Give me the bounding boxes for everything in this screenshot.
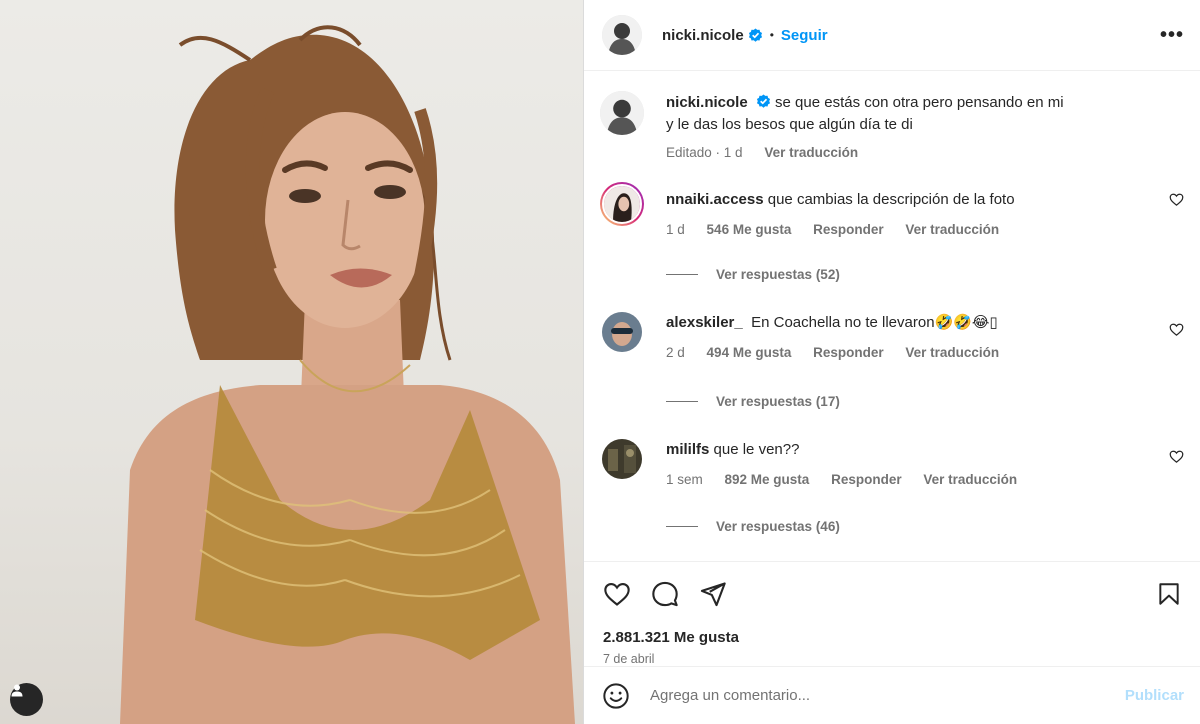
post-side-panel: nicki.nicole • Seguir ••• nicki.nicole s… [583, 0, 1200, 724]
publish-button[interactable]: Publicar [1125, 687, 1184, 704]
reply-button[interactable]: Responder [813, 222, 884, 237]
comment-text: que cambias la descripción de la foto [767, 191, 1015, 208]
comment-item: mililfs que le ven?? 1 sem 892 Me gusta … [600, 439, 1184, 491]
replies-label: Ver respuestas (52) [716, 267, 840, 282]
comment-time: 1 sem [666, 472, 703, 487]
post-dialog: nicki.nicole • Seguir ••• nicki.nicole s… [0, 0, 1200, 724]
view-replies-button[interactable]: Ver respuestas (52) [666, 267, 1184, 282]
comment-composer: Publicar [584, 666, 1200, 724]
comment-likes[interactable]: 494 Me gusta [707, 345, 792, 360]
verified-badge-icon [756, 94, 770, 108]
comment-time: 1 d [666, 222, 685, 237]
comment-text: que le ven?? [713, 441, 800, 458]
caption-username[interactable]: nicki.nicole [666, 94, 748, 111]
comment-username[interactable]: mililfs [666, 441, 709, 458]
comment-username[interactable]: nnaiki.access [666, 191, 764, 208]
comment-avatar[interactable] [602, 312, 642, 352]
replies-label: Ver respuestas (46) [716, 519, 840, 534]
translate-link[interactable]: Ver traducción [905, 345, 999, 360]
user-tag-icon [11, 684, 23, 697]
reply-button[interactable]: Responder [813, 345, 884, 360]
heart-icon[interactable] [1169, 192, 1184, 207]
comment-input[interactable] [650, 687, 1125, 704]
post-date[interactable]: 7 de abril [584, 646, 1200, 666]
comment-button[interactable] [650, 580, 680, 608]
action-bar [584, 561, 1200, 625]
caption-edited: Editado · 1 d [666, 145, 743, 160]
comment-avatar[interactable] [600, 182, 644, 226]
replies-divider [666, 274, 698, 275]
follow-button[interactable]: Seguir [781, 27, 828, 44]
like-count[interactable]: 2.881.321 Me gusta [584, 625, 1200, 646]
post-photo[interactable] [0, 0, 583, 724]
comment-icon [652, 581, 678, 606]
comment-likes[interactable]: 892 Me gusta [725, 472, 810, 487]
caption-text-line1: se que estás con otra pero pensando en m… [775, 94, 1064, 111]
separator-dot: • [769, 28, 774, 42]
heart-icon[interactable] [1169, 449, 1184, 464]
caption-text-line2: y le das los besos que algún día te di [666, 116, 913, 133]
comment-item: nnaiki.access que cambias la descripción… [600, 182, 1184, 241]
heart-icon [604, 582, 630, 606]
view-replies-button[interactable]: Ver respuestas (46) [666, 519, 1184, 534]
replies-label: Ver respuestas (17) [716, 394, 840, 409]
view-replies-button[interactable]: Ver respuestas (17) [666, 394, 1184, 409]
paper-plane-icon [700, 581, 726, 606]
comment-item: alexskiler_ En Coachella no te llevaron🤣… [600, 312, 1184, 364]
bookmark-icon [1159, 582, 1179, 605]
comment-text: En Coachella no te llevaron🤣🤣😂▯ [751, 314, 998, 331]
comment-likes[interactable]: 546 Me gusta [707, 222, 792, 237]
comments-list[interactable]: nicki.nicole se que estás con otra pero … [584, 71, 1200, 561]
emoji-icon[interactable] [602, 682, 630, 710]
verified-badge-icon [748, 27, 762, 42]
author-username[interactable]: nicki.nicole [662, 27, 744, 44]
reply-button[interactable]: Responder [831, 472, 902, 487]
photo-illustration [120, 25, 575, 724]
caption: nicki.nicole se que estás con otra pero … [600, 91, 1184, 164]
caption-translate-link[interactable]: Ver traducción [764, 145, 858, 160]
post-header: nicki.nicole • Seguir ••• [584, 0, 1200, 71]
share-button[interactable] [698, 580, 728, 608]
more-options-button[interactable]: ••• [1160, 25, 1184, 45]
caption-avatar[interactable] [600, 91, 644, 135]
comment-username[interactable]: alexskiler_ [666, 314, 743, 331]
translate-link[interactable]: Ver traducción [923, 472, 1017, 487]
comment-time: 2 d [666, 345, 685, 360]
replies-divider [666, 401, 698, 402]
translate-link[interactable]: Ver traducción [905, 222, 999, 237]
save-button[interactable] [1156, 580, 1182, 608]
replies-divider [666, 526, 698, 527]
like-button[interactable] [602, 580, 632, 608]
tagged-users-button[interactable] [10, 683, 43, 716]
author-avatar[interactable] [602, 15, 642, 55]
comment-avatar[interactable] [602, 439, 642, 479]
heart-icon[interactable] [1169, 322, 1184, 337]
